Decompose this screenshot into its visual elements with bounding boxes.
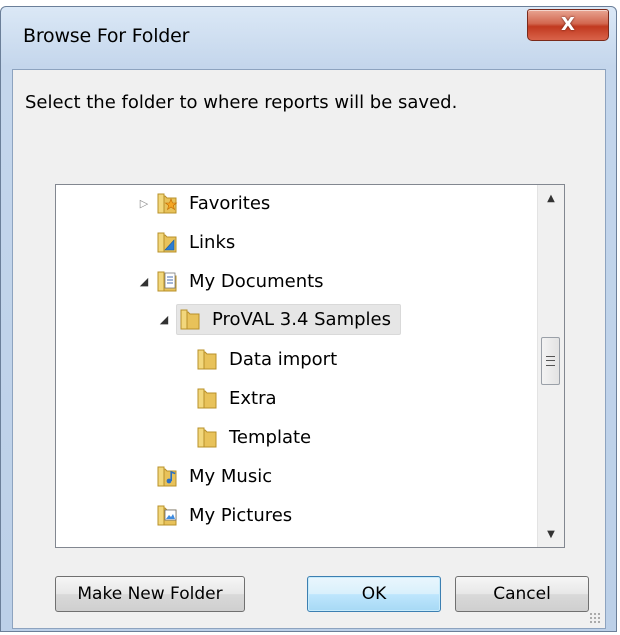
title-bar[interactable]: Browse For Folder X <box>1 7 616 69</box>
tree-node-my-music[interactable]: My Music <box>156 458 275 494</box>
dialog-body: Select the folder to where reports will … <box>12 69 606 629</box>
documents-folder-icon <box>156 269 178 293</box>
cancel-button[interactable]: Cancel <box>455 576 589 612</box>
window-title: Browse For Folder <box>23 25 190 47</box>
favorites-folder-icon <box>156 191 178 215</box>
tree-node-label: My Documents <box>189 270 324 292</box>
folder-icon <box>196 425 218 449</box>
tree-node-label: My Music <box>189 465 273 487</box>
folder-tree[interactable]: ▷ Favorites Links ◢ My Documents ◢ ProVA… <box>55 184 565 548</box>
links-folder-icon <box>156 230 178 254</box>
folder-icon <box>179 307 201 331</box>
close-icon: X <box>561 14 575 35</box>
scroll-up-arrow-icon[interactable]: ▲ <box>538 185 564 211</box>
vertical-scrollbar[interactable]: ▲ ▼ <box>537 185 564 547</box>
tree-node-links[interactable]: Links <box>156 224 238 260</box>
tree-node-extra[interactable]: Extra <box>196 380 280 416</box>
tree-node-my-documents[interactable]: ◢ My Documents <box>136 263 327 299</box>
tree-node-label: Links <box>189 231 236 253</box>
tree-node-label: Favorites <box>189 192 271 214</box>
browse-for-folder-dialog: Browse For Folder X Select the folder to… <box>0 6 617 632</box>
tree-node-data-import[interactable]: Data import <box>196 341 340 377</box>
tree-node-favorites[interactable]: ▷ Favorites <box>136 185 273 221</box>
tree-node-label: Data import <box>229 348 338 370</box>
tree-node-template[interactable]: Template <box>196 419 314 455</box>
collapse-arrow-icon[interactable]: ◢ <box>136 275 152 288</box>
tree-node-proval-samples[interactable]: ◢ ProVAL 3.4 Samples <box>156 301 401 337</box>
expand-arrow-icon[interactable]: ▷ <box>136 197 152 210</box>
close-button[interactable]: X <box>527 9 609 41</box>
tree-node-my-pictures[interactable]: My Pictures <box>156 497 295 533</box>
resize-grip-icon[interactable] <box>589 612 601 624</box>
folder-icon <box>196 347 218 371</box>
scrollbar-thumb[interactable] <box>541 337 560 385</box>
tree-node-label: My Pictures <box>189 504 293 526</box>
selection-highlight: ProVAL 3.4 Samples <box>176 303 401 335</box>
tree-node-label: ProVAL 3.4 Samples <box>212 308 391 330</box>
tree-node-label: Template <box>229 426 312 448</box>
collapse-arrow-icon[interactable]: ◢ <box>156 313 172 326</box>
grip-icon <box>546 356 555 366</box>
folder-icon <box>196 386 218 410</box>
instruction-text: Select the folder to where reports will … <box>25 92 458 113</box>
scroll-down-arrow-icon[interactable]: ▼ <box>538 521 564 547</box>
pictures-folder-icon <box>156 503 178 527</box>
make-new-folder-button[interactable]: Make New Folder <box>55 576 245 612</box>
tree-node-label: Extra <box>229 387 277 409</box>
music-folder-icon <box>156 464 178 488</box>
ok-button[interactable]: OK <box>307 576 441 612</box>
